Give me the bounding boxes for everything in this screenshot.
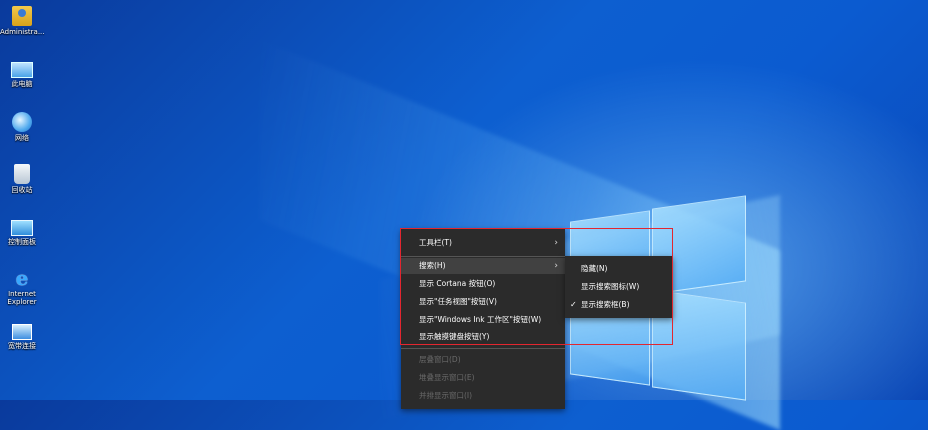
desktop-icon-network[interactable]: 网络	[0, 112, 44, 142]
menu-item-label: 堆叠显示窗口(E)	[419, 373, 475, 382]
menu-item-label: 显示搜索框(B)	[581, 300, 630, 309]
network-icon	[12, 112, 32, 132]
recycle-bin-icon	[14, 164, 30, 184]
menu-item-show-touch-keyboard[interactable]: 显示触摸键盘按钮(Y)	[401, 329, 565, 345]
chevron-right-icon: ›	[554, 261, 558, 271]
control-panel-icon	[11, 220, 33, 236]
desktop-icon-internet-explorer[interactable]: e Internet Explorer	[0, 268, 44, 306]
menu-item-label: 显示"任务视图"按钮(V)	[419, 297, 497, 306]
menu-item-stack-windows: 堆叠显示窗口(E)	[401, 370, 565, 386]
menu-separator	[401, 348, 565, 349]
submenu-item-show-search-icon[interactable]: 显示搜索图标(W)	[565, 279, 673, 295]
menu-item-label: 隐藏(N)	[581, 264, 608, 273]
submenu-item-hidden[interactable]: 隐藏(N)	[565, 261, 673, 277]
desktop-icon-control-panel[interactable]: 控制面板	[0, 216, 44, 246]
menu-item-show-cortana[interactable]: 显示 Cortana 按钮(O)	[401, 276, 565, 292]
desktop-icon-recycle-bin[interactable]: 回收站	[0, 164, 44, 194]
user-folder-icon	[12, 6, 32, 26]
checkmark-icon: ✓	[570, 300, 577, 309]
menu-separator	[401, 256, 565, 257]
desktop-icon-label: 控制面板	[8, 238, 36, 246]
menu-item-label: 工具栏(T)	[419, 238, 452, 247]
menu-item-label: 层叠窗口(D)	[419, 355, 461, 364]
chevron-right-icon: ›	[554, 238, 558, 248]
desktop-icon-label: Administra...	[0, 28, 45, 36]
submenu-item-show-search-box[interactable]: ✓ 显示搜索框(B)	[565, 297, 673, 313]
desktop-icon-this-pc[interactable]: 此电脑	[0, 58, 44, 88]
menu-item-cascade-windows: 层叠窗口(D)	[401, 352, 565, 368]
computer-icon	[11, 62, 33, 78]
menu-item-label: 并排显示窗口(I)	[419, 391, 473, 400]
menu-item-search[interactable]: 搜索(H) ›	[401, 258, 565, 274]
menu-item-label: 显示"Windows Ink 工作区"按钮(W)	[419, 315, 542, 324]
desktop-icon-label: 回收站	[11, 186, 33, 194]
desktop-icon-administrator[interactable]: Administra...	[0, 6, 45, 36]
desktop-icon-label: 宽带连接	[8, 342, 36, 350]
menu-item-label: 显示 Cortana 按钮(O)	[419, 279, 496, 288]
menu-item-toolbars[interactable]: 工具栏(T) ›	[401, 235, 565, 251]
menu-item-show-windows-ink[interactable]: 显示"Windows Ink 工作区"按钮(W)	[401, 312, 565, 328]
menu-item-side-by-side: 并排显示窗口(I)	[401, 388, 565, 404]
taskbar-context-menu: 工具栏(T) › 搜索(H) › 显示 Cortana 按钮(O) 显示"任务视…	[401, 229, 565, 409]
menu-item-label: 显示搜索图标(W)	[581, 282, 640, 291]
desktop-icon-broadband[interactable]: 宽带连接	[0, 320, 44, 350]
broadband-connection-icon	[12, 324, 32, 340]
menu-item-show-task-view[interactable]: 显示"任务视图"按钮(V)	[401, 294, 565, 310]
search-submenu: 隐藏(N) 显示搜索图标(W) ✓ 显示搜索框(B)	[565, 256, 673, 318]
desktop-icon-label: 网络	[15, 134, 29, 142]
menu-item-label: 显示触摸键盘按钮(Y)	[419, 332, 490, 341]
desktop-icon-label: 此电脑	[11, 80, 33, 88]
desktop-icon-label: Internet Explorer	[7, 290, 37, 306]
internet-explorer-icon: e	[15, 266, 29, 290]
menu-item-label: 搜索(H)	[419, 261, 446, 270]
